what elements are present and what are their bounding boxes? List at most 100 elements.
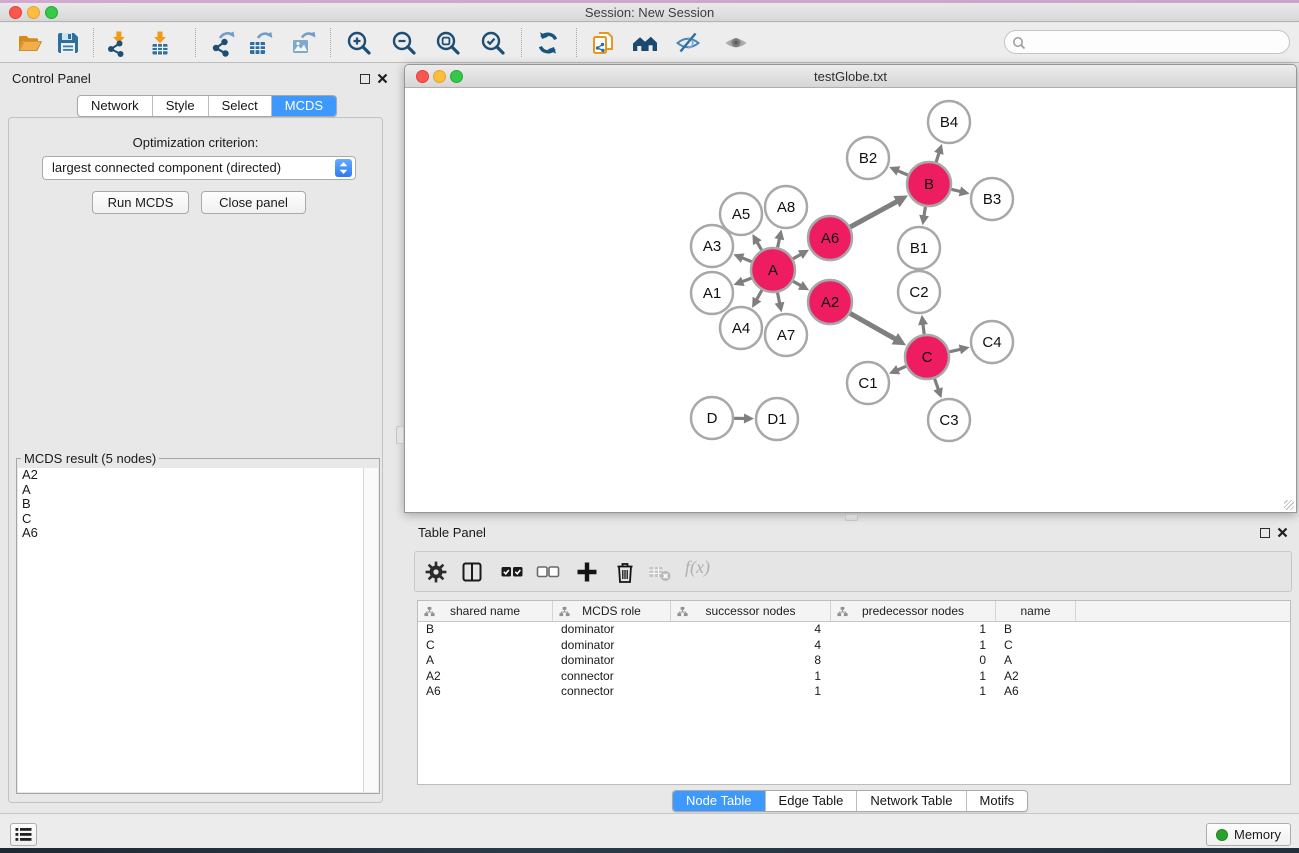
search-icon — [1012, 36, 1026, 50]
table-cell-name[interactable]: C — [996, 638, 1076, 654]
dropdown-selected-value: largest connected component (directed) — [52, 160, 281, 175]
table-cell-shared-name[interactable]: A6 — [418, 684, 553, 700]
close-panel-button[interactable]: Close panel — [201, 191, 306, 214]
column-header-name[interactable]: name — [996, 601, 1076, 621]
table-panel-float-icon[interactable] — [1260, 528, 1270, 538]
select-all-icon[interactable] — [499, 559, 525, 585]
tab-node-table[interactable]: Node Table — [673, 791, 765, 811]
home-view-icon[interactable] — [631, 29, 659, 57]
graph-edge-A2-C[interactable] — [850, 313, 897, 339]
table-cell-successor-nodes[interactable]: 1 — [671, 669, 831, 685]
new-network-icon[interactable] — [208, 29, 236, 57]
open-session-icon[interactable] — [16, 29, 44, 57]
search-input[interactable] — [1031, 33, 1281, 51]
add-row-icon[interactable] — [574, 559, 600, 585]
attribute-type-icon — [424, 606, 435, 617]
apply-layout-icon[interactable] — [534, 29, 562, 57]
pane-divider-handle-vertical[interactable] — [396, 426, 404, 444]
show-panels-button[interactable] — [10, 823, 37, 846]
settings-gear-icon[interactable] — [423, 559, 449, 585]
table-cell-name[interactable]: A2 — [996, 669, 1076, 685]
column-header-mcds-role[interactable]: MCDS role — [553, 601, 671, 621]
table-cell-mcds-role[interactable]: connector — [553, 684, 671, 700]
table-cell-shared-name[interactable]: A2 — [418, 669, 553, 685]
table-cell-shared-name[interactable]: C — [418, 638, 553, 654]
export-image-icon[interactable] — [289, 29, 317, 57]
memory-status-dot — [1216, 829, 1228, 841]
delete-table-icon — [647, 559, 673, 585]
mcds-result-item[interactable]: B — [18, 497, 363, 512]
tab-motifs[interactable]: Motifs — [966, 791, 1028, 811]
show-graphics-details-icon[interactable] — [722, 29, 750, 57]
table-cell-successor-nodes[interactable]: 1 — [671, 684, 831, 700]
table-row[interactable]: Adominator80A — [418, 653, 1290, 669]
chevron-up-down-icon — [338, 161, 349, 175]
delete-row-icon[interactable] — [612, 559, 638, 585]
table-cell-predecessor-nodes[interactable]: 1 — [831, 622, 996, 638]
table-panel-close-icon[interactable] — [1277, 527, 1288, 538]
table-cell-predecessor-nodes[interactable]: 1 — [831, 638, 996, 654]
pane-divider-handle-horizontal[interactable] — [845, 514, 858, 521]
table-cell-mcds-role[interactable]: dominator — [553, 622, 671, 638]
table-cell-mcds-role[interactable]: dominator — [553, 653, 671, 669]
mcds-result-item[interactable]: C — [18, 512, 363, 527]
column-visibility-icon[interactable] — [459, 559, 485, 585]
table-cell-successor-nodes[interactable]: 4 — [671, 638, 831, 654]
table-row[interactable]: A6connector11A6 — [418, 684, 1290, 700]
table-cell-predecessor-nodes[interactable]: 1 — [831, 684, 996, 700]
graph-edge-A6-B[interactable] — [850, 201, 898, 227]
zoom-fit-icon[interactable] — [434, 29, 462, 57]
table-row[interactable]: A2connector11A2 — [418, 669, 1290, 685]
network-canvas[interactable]: B4B2BB3B1A5A8A6A3AA1A2C2A4A7CC4C1C3DD1 — [405, 88, 1296, 512]
table-cell-name[interactable]: A6 — [996, 684, 1076, 700]
graph-edge-arrowhead — [959, 187, 970, 197]
table-cell-shared-name[interactable]: A — [418, 653, 553, 669]
table-cell-name[interactable]: A — [996, 653, 1076, 669]
zoom-in-icon[interactable] — [345, 29, 373, 57]
optimization-criterion-dropdown[interactable]: largest connected component (directed) — [42, 156, 356, 180]
copy-network-icon[interactable] — [589, 29, 617, 57]
import-table-icon[interactable] — [146, 29, 174, 57]
zoom-out-icon[interactable] — [390, 29, 418, 57]
control-panel-float-icon[interactable] — [360, 74, 370, 84]
table-cell-successor-nodes[interactable]: 4 — [671, 622, 831, 638]
mcds-result-scrollbar[interactable] — [363, 468, 378, 792]
tab-style[interactable]: Style — [152, 96, 208, 116]
mcds-result-box: MCDS result (5 nodes) A2ABCA6 — [16, 458, 380, 794]
table-cell-shared-name[interactable]: B — [418, 622, 553, 638]
mcds-result-item[interactable]: A6 — [18, 526, 363, 541]
table-row[interactable]: Cdominator41C — [418, 638, 1290, 654]
deselect-all-icon[interactable] — [535, 559, 561, 585]
zoom-selected-icon[interactable] — [479, 29, 507, 57]
window-resize-grip[interactable] — [1284, 500, 1294, 510]
tab-edge-table[interactable]: Edge Table — [765, 791, 857, 811]
graph-node-label: D1 — [767, 411, 786, 428]
column-header-successor-nodes[interactable]: successor nodes — [671, 601, 831, 621]
tab-select[interactable]: Select — [208, 96, 271, 116]
table-cell-mcds-role[interactable]: connector — [553, 669, 671, 685]
attribute-type-icon — [559, 606, 570, 617]
run-mcds-button[interactable]: Run MCDS — [92, 191, 189, 214]
mcds-result-item[interactable]: A2 — [18, 468, 363, 483]
tab-network-table[interactable]: Network Table — [856, 791, 965, 811]
control-panel-close-icon[interactable] — [377, 73, 388, 84]
hide-graphics-details-icon[interactable] — [674, 29, 702, 57]
tab-mcds[interactable]: MCDS — [271, 96, 336, 116]
table-cell-name[interactable]: B — [996, 622, 1076, 638]
export-table-icon[interactable] — [246, 29, 274, 57]
dropdown-stepper[interactable] — [335, 159, 352, 177]
save-session-icon[interactable] — [54, 29, 82, 57]
column-header-shared-name[interactable]: shared name — [418, 601, 553, 621]
table-row[interactable]: Bdominator41B — [418, 622, 1290, 638]
toolbar-separator — [195, 28, 196, 57]
mcds-result-item[interactable]: A — [18, 483, 363, 498]
table-cell-successor-nodes[interactable]: 8 — [671, 653, 831, 669]
import-network-icon[interactable] — [104, 29, 132, 57]
column-header-predecessor-nodes[interactable]: predecessor nodes — [831, 601, 996, 621]
table-cell-predecessor-nodes[interactable]: 0 — [831, 653, 996, 669]
control-panel-tabs: NetworkStyleSelectMCDS — [77, 95, 337, 117]
tab-network[interactable]: Network — [78, 96, 152, 116]
memory-button[interactable]: Memory — [1206, 823, 1291, 846]
table-cell-predecessor-nodes[interactable]: 1 — [831, 669, 996, 685]
table-cell-mcds-role[interactable]: dominator — [553, 638, 671, 654]
